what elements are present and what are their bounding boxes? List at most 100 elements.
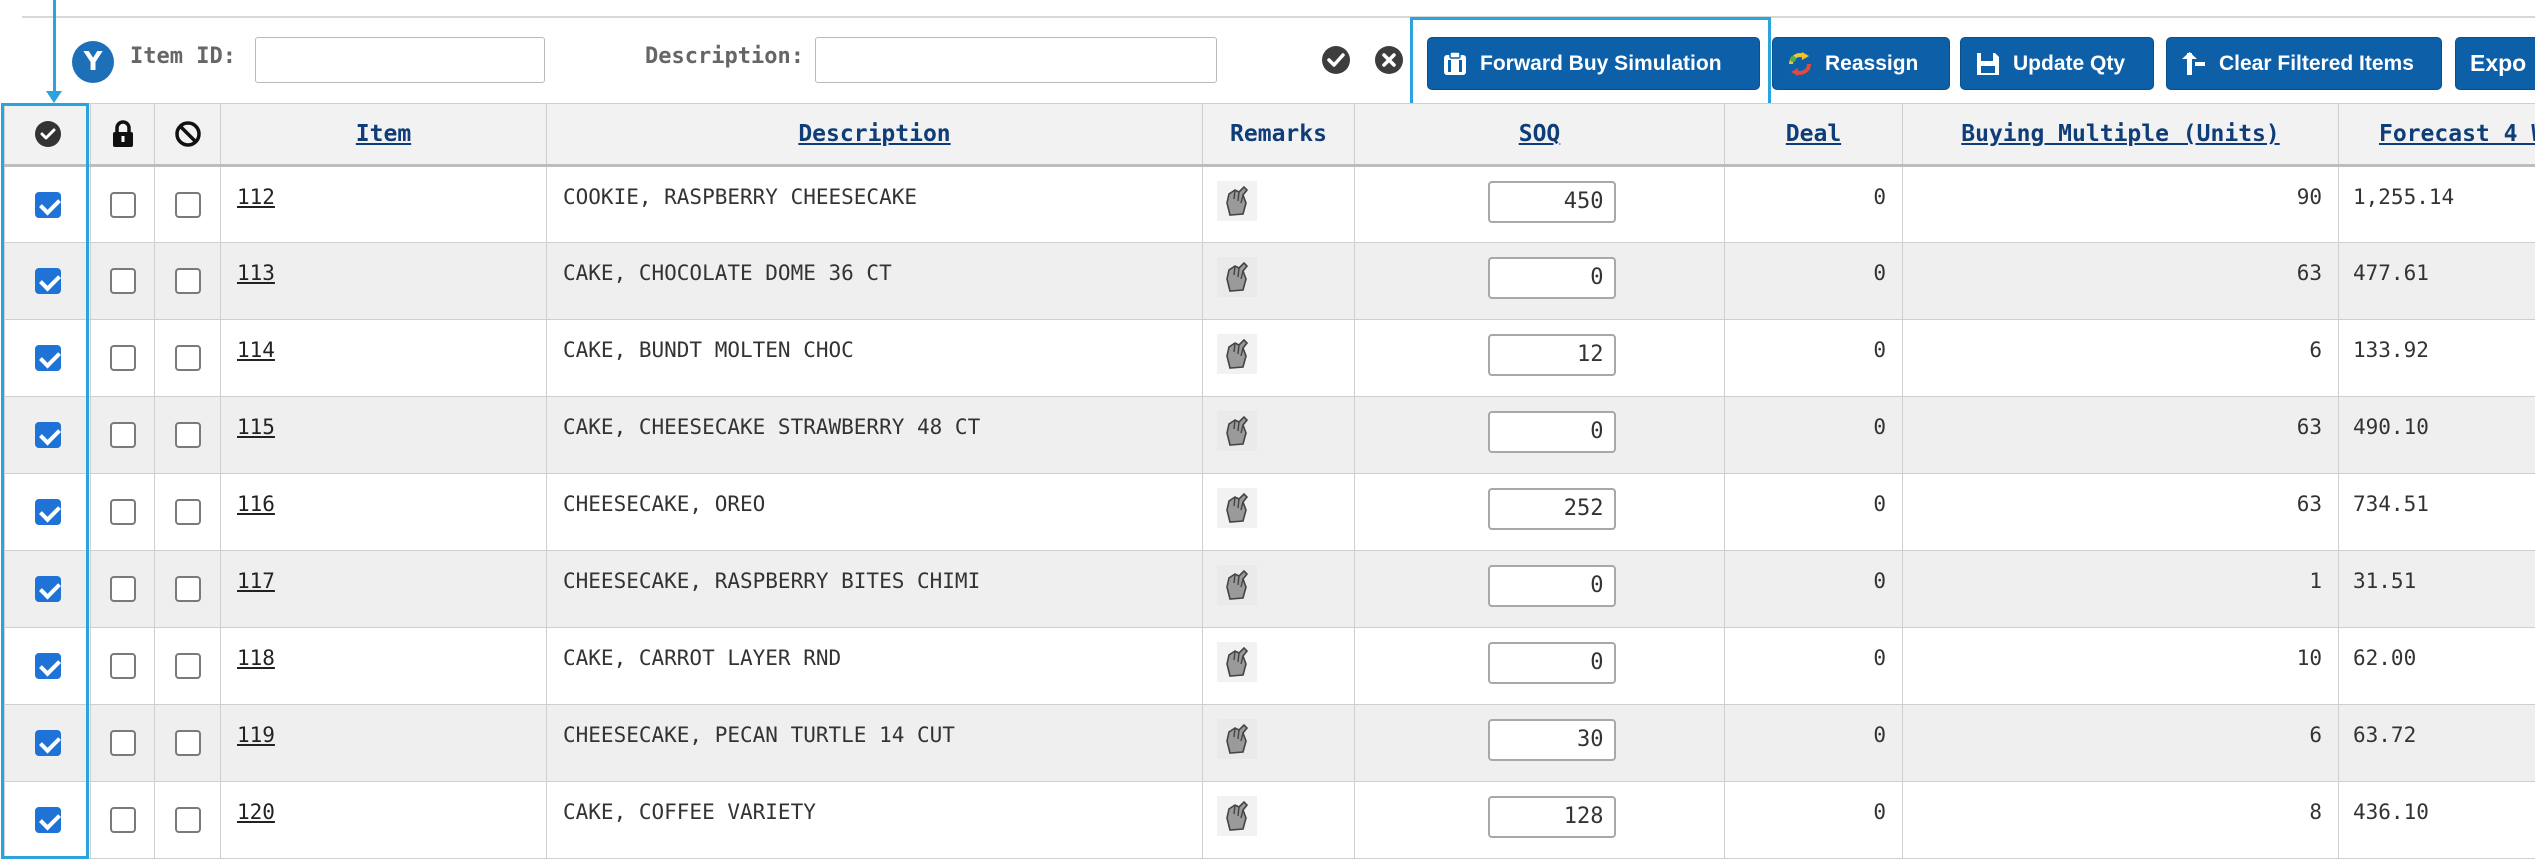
item-link[interactable]: 119 bbox=[237, 706, 275, 747]
soq-column-header[interactable]: SOQ bbox=[1354, 103, 1725, 167]
item-id-input[interactable] bbox=[255, 37, 545, 83]
update-qty-button[interactable]: Update Qty bbox=[1960, 37, 2154, 90]
row-lock-checkbox[interactable] bbox=[109, 192, 136, 218]
row-exclude-checkbox[interactable] bbox=[174, 345, 201, 371]
apply-filter-icon[interactable] bbox=[1322, 46, 1350, 74]
description-cell: COOKIE, RASPBERRY CHEESECAKE bbox=[546, 165, 1203, 243]
buying-multiple-column-header[interactable]: Buying Multiple (Units) bbox=[1902, 103, 2339, 167]
forward-buy-simulation-button[interactable]: Forward Buy Simulation bbox=[1427, 37, 1760, 90]
buying-multiple-value: 63 bbox=[2296, 492, 2322, 516]
item-link[interactable]: 120 bbox=[237, 783, 275, 824]
row-select-checkbox[interactable] bbox=[34, 192, 61, 218]
row-exclude-checkbox[interactable] bbox=[174, 730, 201, 756]
reassign-button[interactable]: Reassign bbox=[1772, 37, 1950, 90]
remarks-hand-icon[interactable] bbox=[1217, 411, 1257, 451]
row-select-checkbox[interactable] bbox=[34, 730, 61, 756]
description-input[interactable] bbox=[815, 37, 1217, 83]
soq-input[interactable]: 450 bbox=[1487, 181, 1616, 223]
row-exclude-checkbox[interactable] bbox=[174, 422, 201, 448]
row-lock-checkbox[interactable] bbox=[109, 576, 136, 602]
remarks-hand-icon[interactable] bbox=[1217, 719, 1257, 759]
item-column-header[interactable]: Item bbox=[220, 103, 547, 167]
item-link[interactable]: 118 bbox=[237, 629, 275, 670]
remarks-cell bbox=[1202, 319, 1355, 397]
forecast-cell: 477.61 bbox=[2338, 242, 2535, 320]
row-select-checkbox[interactable] bbox=[34, 422, 61, 448]
row-lock-checkbox[interactable] bbox=[109, 422, 136, 448]
deal-value: 0 bbox=[1873, 646, 1886, 670]
buying-multiple-value: 63 bbox=[2296, 261, 2322, 285]
row-exclude-checkbox[interactable] bbox=[174, 192, 201, 218]
forecast-value: 63.72 bbox=[2353, 723, 2417, 747]
row-select-checkbox[interactable] bbox=[34, 807, 61, 833]
deal-value: 0 bbox=[1873, 569, 1886, 593]
row-select-checkbox[interactable] bbox=[34, 499, 61, 525]
remarks-hand-icon[interactable] bbox=[1217, 181, 1257, 221]
row-select-checkbox[interactable] bbox=[34, 576, 61, 602]
clear-filter-x-icon[interactable] bbox=[1375, 46, 1403, 74]
soq-input[interactable]: 0 bbox=[1487, 642, 1616, 684]
select-all-check-icon[interactable] bbox=[34, 120, 62, 148]
forecast-value: 1,255.14 bbox=[2353, 185, 2455, 209]
soq-cell: 12 bbox=[1354, 319, 1725, 397]
item-link[interactable]: 116 bbox=[237, 475, 275, 516]
remarks-hand-icon[interactable] bbox=[1217, 565, 1257, 605]
deal-cell: 0 bbox=[1724, 165, 1903, 243]
soq-input[interactable]: 252 bbox=[1487, 488, 1616, 530]
row-exclude-checkbox[interactable] bbox=[174, 268, 201, 294]
item-link[interactable]: 112 bbox=[237, 167, 275, 209]
remarks-hand-icon[interactable] bbox=[1217, 257, 1257, 297]
row-select-checkbox[interactable] bbox=[34, 653, 61, 679]
item-link[interactable]: 114 bbox=[237, 321, 275, 362]
row-lock-checkbox[interactable] bbox=[109, 730, 136, 756]
soq-input[interactable]: 30 bbox=[1487, 719, 1616, 761]
item-link[interactable]: 115 bbox=[237, 398, 275, 439]
row-exclude-checkbox[interactable] bbox=[174, 576, 201, 602]
row-exclude-checkbox[interactable] bbox=[174, 499, 201, 525]
filter-logo-icon[interactable]: Y bbox=[72, 41, 114, 83]
buying-multiple-value: 6 bbox=[2309, 338, 2322, 362]
export-button[interactable]: Expo bbox=[2455, 37, 2535, 90]
soq-cell: 0 bbox=[1354, 627, 1725, 705]
deal-cell: 0 bbox=[1724, 781, 1903, 859]
remarks-hand-icon[interactable] bbox=[1217, 334, 1257, 374]
soq-input[interactable]: 0 bbox=[1487, 411, 1616, 453]
lock-header[interactable] bbox=[90, 103, 155, 167]
items-grid: Item Description Remarks SOQ Deal Buying… bbox=[4, 103, 2535, 859]
row-exclude-checkbox[interactable] bbox=[174, 653, 201, 679]
row-select-checkbox[interactable] bbox=[34, 268, 61, 294]
select-all-header[interactable] bbox=[4, 103, 91, 167]
remarks-hand-icon[interactable] bbox=[1217, 488, 1257, 528]
remarks-hand-icon[interactable] bbox=[1217, 796, 1257, 836]
row-select-checkbox[interactable] bbox=[34, 345, 61, 371]
soq-input[interactable]: 128 bbox=[1487, 796, 1616, 838]
save-icon bbox=[1975, 51, 2001, 77]
item-cell: 114 bbox=[220, 319, 547, 397]
row-select-cell bbox=[4, 319, 91, 397]
item-link[interactable]: 113 bbox=[237, 244, 275, 285]
row-lock-checkbox[interactable] bbox=[109, 499, 136, 525]
exclude-header[interactable] bbox=[154, 103, 221, 167]
reassign-icon bbox=[1787, 51, 1813, 77]
clear-filtered-items-button[interactable]: Clear Filtered Items bbox=[2166, 37, 2442, 90]
description-text: CAKE, CHEESECAKE STRAWBERRY 48 CT bbox=[563, 415, 981, 439]
row-lock-checkbox[interactable] bbox=[109, 268, 136, 294]
filter-toolbar: Y Item ID: Description: Forward Buy Simu… bbox=[0, 0, 2535, 107]
soq-input[interactable]: 12 bbox=[1487, 334, 1616, 376]
forecast-cell: 490.10 bbox=[2338, 396, 2535, 474]
row-lock-checkbox[interactable] bbox=[109, 653, 136, 679]
remarks-hand-icon[interactable] bbox=[1217, 642, 1257, 682]
soq-input[interactable]: 0 bbox=[1487, 257, 1616, 299]
row-lock-checkbox[interactable] bbox=[109, 807, 136, 833]
row-exclude-checkbox[interactable] bbox=[174, 807, 201, 833]
description-column-header[interactable]: Description bbox=[546, 103, 1203, 167]
deal-column-header[interactable]: Deal bbox=[1724, 103, 1903, 167]
forecast-column-header[interactable]: Forecast 4 Weekly bbox=[2338, 103, 2535, 167]
description-cell: CHEESECAKE, OREO bbox=[546, 473, 1203, 551]
soq-input[interactable]: 0 bbox=[1487, 565, 1616, 607]
row-lock-checkbox[interactable] bbox=[109, 345, 136, 371]
row-lock-cell bbox=[90, 319, 155, 397]
item-link[interactable]: 117 bbox=[237, 552, 275, 593]
description-cell: CHEESECAKE, RASPBERRY BITES CHIMI bbox=[546, 550, 1203, 628]
deal-value: 0 bbox=[1873, 800, 1886, 824]
